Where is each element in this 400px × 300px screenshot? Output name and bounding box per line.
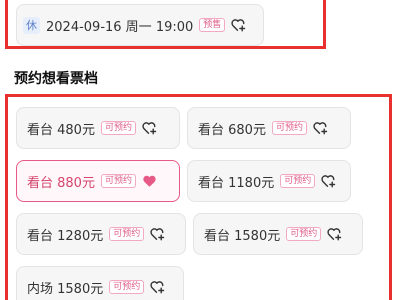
reservable-tag: 可预约 (286, 227, 322, 241)
heart-add-icon[interactable] (150, 280, 165, 294)
heart-add-icon[interactable] (231, 18, 246, 32)
tier-label: 看台 680元 (198, 122, 266, 138)
reservable-tag: 可预约 (271, 121, 307, 135)
rest-day-badge: 休 (23, 16, 40, 34)
ticket-booking-screen: 休 2024-09-16 周一 19:00 预售 预约想看票档 看台 480元 … (0, 0, 400, 300)
reservable-tag: 可预约 (109, 227, 145, 241)
tier-option-1280[interactable]: 看台 1280元 可预约 (16, 213, 186, 255)
reservable-tag: 可预约 (109, 280, 145, 294)
heart-add-icon[interactable] (327, 227, 342, 241)
reservable-tag: 可预约 (280, 174, 316, 188)
heart-add-icon[interactable] (321, 174, 336, 188)
reservable-tag: 可预约 (100, 174, 136, 188)
session-datetime: 2024-09-16 周一 19:00 (46, 19, 194, 35)
tier-option-480[interactable]: 看台 480元 可预约 (16, 107, 180, 149)
tier-option-680[interactable]: 看台 680元 可预约 (187, 107, 351, 149)
tier-label: 内场 1580元 (27, 281, 104, 297)
tier-label: 看台 1180元 (198, 175, 275, 191)
tier-label: 看台 1280元 (27, 228, 104, 244)
heart-add-icon[interactable] (313, 121, 328, 135)
tier-option-1580-stand[interactable]: 看台 1580元 可预约 (193, 213, 363, 255)
heart-add-icon[interactable] (142, 121, 157, 135)
session-option[interactable]: 休 2024-09-16 周一 19:00 预售 (16, 4, 264, 46)
presale-tag: 预售 (199, 18, 226, 32)
tier-option-1580-floor[interactable]: 内场 1580元 可预约 (16, 266, 184, 300)
tier-label: 看台 880元 (27, 175, 95, 191)
tier-option-880[interactable]: 看台 880元 可预约 (16, 160, 180, 202)
heart-filled-icon[interactable] (142, 174, 157, 188)
tier-option-1180[interactable]: 看台 1180元 可预约 (187, 160, 351, 202)
tiers-section-title: 预约想看票档 (14, 71, 98, 87)
tier-label: 看台 1580元 (204, 228, 281, 244)
heart-add-icon[interactable] (150, 227, 165, 241)
reservable-tag: 可预约 (100, 121, 136, 135)
tier-label: 看台 480元 (27, 122, 95, 138)
